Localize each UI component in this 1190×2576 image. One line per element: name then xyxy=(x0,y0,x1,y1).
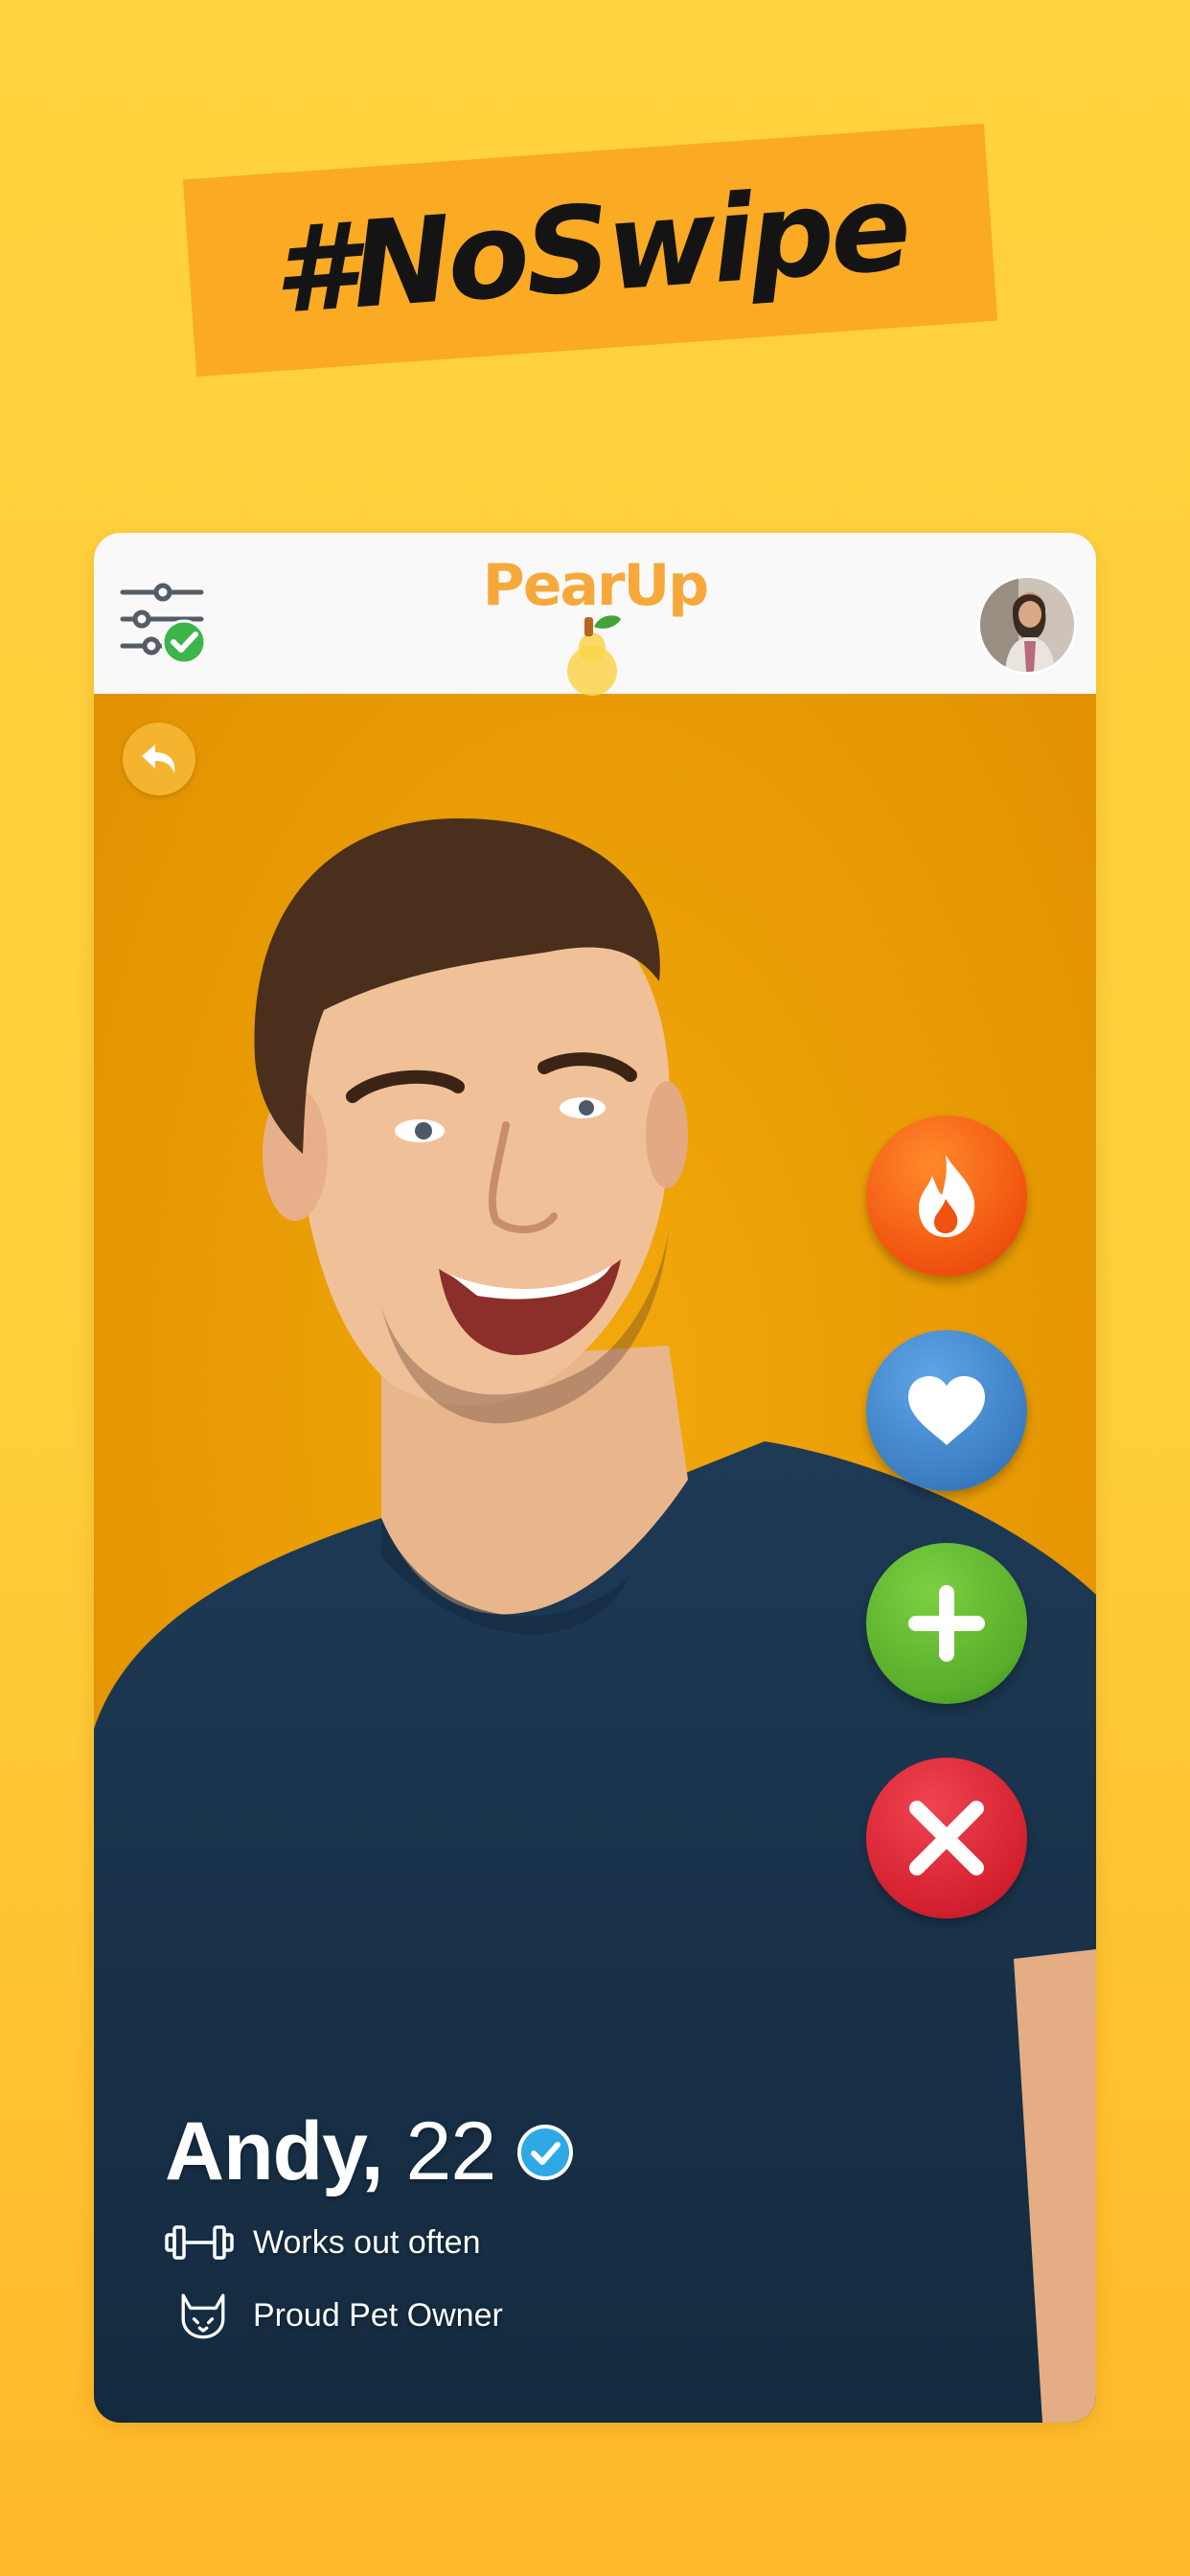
fire-icon xyxy=(919,1155,975,1237)
profile-info: Andy, 22 Works out often Proud Pet Owner xyxy=(165,2104,574,2345)
trait-label: Works out often xyxy=(253,2223,481,2261)
verified-check-icon xyxy=(517,2124,574,2180)
top-bar: PearUp xyxy=(94,533,1096,696)
app-screen: PearUp Andy, 22 Works out often Proud Pe… xyxy=(94,533,1096,2423)
trait-pet: Proud Pet Owner xyxy=(165,2286,574,2345)
like-button[interactable] xyxy=(866,1330,1027,1491)
promo-banner-text: #NoSwipe xyxy=(268,159,912,341)
cat-icon xyxy=(165,2290,236,2340)
profile-avatar xyxy=(980,578,1074,672)
pear-mascot-icon xyxy=(567,615,621,696)
super-like-button[interactable] xyxy=(866,1116,1027,1276)
name-row: Andy, 22 xyxy=(165,2104,574,2199)
profile-name: Andy, xyxy=(165,2105,384,2197)
plus-icon xyxy=(908,1585,985,1662)
trait-label: Proud Pet Owner xyxy=(253,2296,503,2334)
add-button[interactable] xyxy=(866,1543,1027,1704)
pass-button[interactable] xyxy=(866,1758,1027,1919)
heart-icon xyxy=(908,1376,985,1445)
trait-workout: Works out often xyxy=(165,2213,574,2272)
rewind-button[interactable] xyxy=(123,723,195,795)
undo-arrow-icon xyxy=(142,745,175,773)
app-logo: PearUp xyxy=(482,552,709,619)
promo-banner: #NoSwipe xyxy=(182,124,998,377)
user-avatar[interactable] xyxy=(977,575,1077,675)
profile-age: 22 xyxy=(405,2105,497,2197)
dumbbell-icon xyxy=(165,2218,236,2267)
close-icon xyxy=(909,1801,984,1875)
